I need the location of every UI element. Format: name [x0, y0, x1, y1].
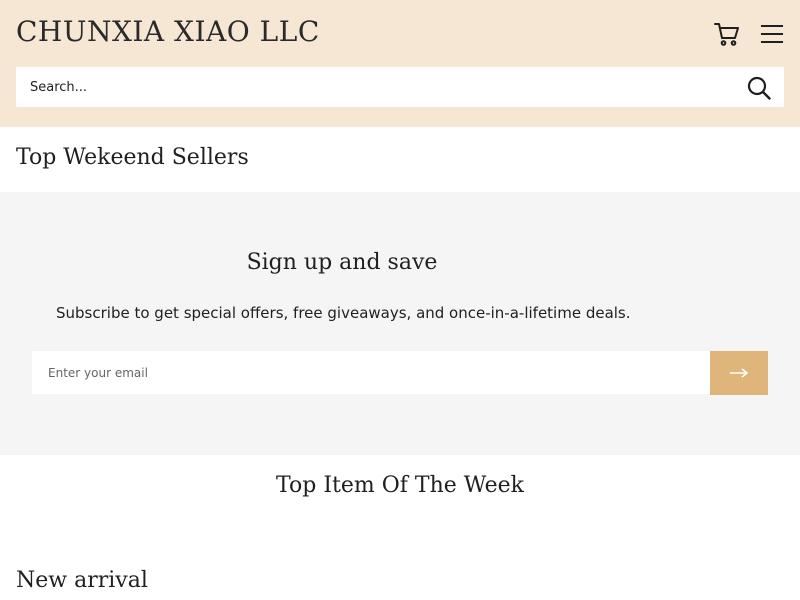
- search-button[interactable]: [746, 75, 772, 101]
- cart-icon: [714, 23, 739, 46]
- newsletter-title: Sign up and save: [246, 250, 438, 275]
- search-icon: [747, 76, 771, 100]
- search-bar: [16, 67, 784, 107]
- menu-button[interactable]: [758, 21, 786, 47]
- newsletter-section: Sign up and save Subscribe to get specia…: [0, 192, 800, 455]
- section-title-top-weekend-sellers: Top Wekeend Sellers: [16, 145, 249, 170]
- section-title-top-item-of-week: Top Item Of The Week: [276, 473, 524, 498]
- brand-logo[interactable]: CHUNXIA XIAO LLC: [16, 15, 320, 48]
- newsletter-subtitle: Subscribe to get special offers, free gi…: [56, 304, 631, 322]
- search-input[interactable]: [16, 67, 736, 107]
- site-header: CHUNXIA XIAO LLC: [0, 0, 800, 127]
- cart-button[interactable]: [713, 20, 741, 48]
- section-title-new-arrival: New arrival: [16, 568, 148, 593]
- email-field[interactable]: [32, 351, 710, 394]
- arrow-right-icon: [730, 368, 749, 378]
- subscribe-button[interactable]: [710, 351, 768, 395]
- hamburger-menu-icon: [761, 25, 783, 43]
